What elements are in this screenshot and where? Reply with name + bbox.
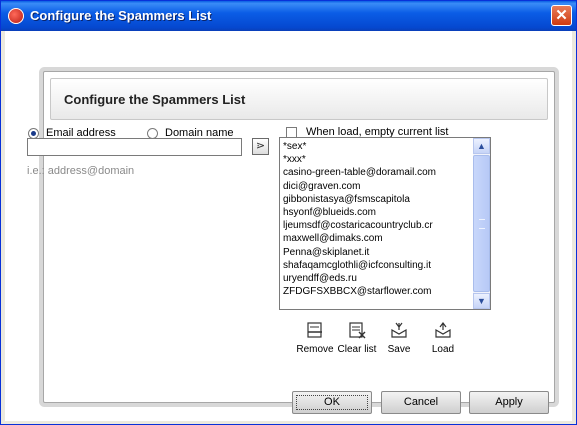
address-input[interactable]: [27, 138, 242, 156]
close-button[interactable]: ✕: [551, 5, 572, 26]
list-item[interactable]: *sex*: [283, 140, 473, 153]
save-button[interactable]: Save: [374, 321, 424, 355]
dialog-window: Configure the Spammers List ✕ Configure …: [0, 0, 577, 425]
apply-label: Apply: [495, 396, 523, 408]
load-label: Load: [431, 344, 455, 355]
spammers-listbox[interactable]: *sex* *xxx* casino-green-table@doramail.co…: [279, 137, 491, 310]
cancel-button[interactable]: Cancel: [381, 391, 461, 414]
panel-header: Configure the Spammers List: [50, 78, 548, 120]
list-items: *sex* *xxx* casino-green-table@doramail.co…: [283, 140, 473, 298]
list-item[interactable]: uryendff@eds.ru: [283, 272, 473, 285]
add-to-list-button[interactable]: ⋗: [252, 138, 269, 155]
dialog-client-area: Configure the Spammers List Email addres…: [5, 31, 572, 421]
save-icon: [391, 322, 407, 338]
list-item[interactable]: dici@graven.com: [283, 180, 473, 193]
list-item[interactable]: casino-green-table@doramail.com: [283, 166, 473, 179]
list-item[interactable]: shafaqamcglothli@icfconsulting.it: [283, 259, 473, 272]
scroll-down-button[interactable]: ▼: [473, 293, 490, 309]
apply-button[interactable]: Apply: [469, 391, 549, 414]
ok-button[interactable]: OK: [292, 391, 372, 414]
load-button[interactable]: Load: [418, 321, 468, 355]
panel-title: Configure the Spammers List: [64, 92, 246, 107]
focus-ring: [296, 395, 368, 410]
thumb-grip: [479, 219, 485, 229]
input-hint: i.e.: address@domain: [27, 165, 135, 177]
list-item[interactable]: hsyonf@blueids.com: [283, 206, 473, 219]
scroll-thumb[interactable]: [473, 155, 490, 292]
app-icon: [8, 8, 24, 24]
remove-icon: [307, 322, 322, 338]
list-item[interactable]: Penna@skiplanet.it: [283, 246, 473, 259]
list-item[interactable]: gibbonistasya@fsmscapitola: [283, 193, 473, 206]
title-bar[interactable]: Configure the Spammers List ✕: [1, 1, 576, 31]
clear-list-icon: [349, 322, 366, 339]
list-item[interactable]: maxwell@dimaks.com: [283, 232, 473, 245]
save-label: Save: [387, 344, 411, 355]
load-icon: [435, 322, 451, 338]
window-title: Configure the Spammers List: [30, 8, 212, 23]
scroll-up-button[interactable]: ▲: [473, 138, 490, 154]
list-item[interactable]: ljeumsdf@costaricacountryclub.cr: [283, 219, 473, 232]
cancel-label: Cancel: [403, 396, 439, 408]
list-scrollbar[interactable]: ▲ ▼: [473, 138, 490, 309]
list-item[interactable]: *xxx*: [283, 153, 473, 166]
list-item[interactable]: ZFDGFSXBBCX@starflower.com: [283, 285, 473, 298]
